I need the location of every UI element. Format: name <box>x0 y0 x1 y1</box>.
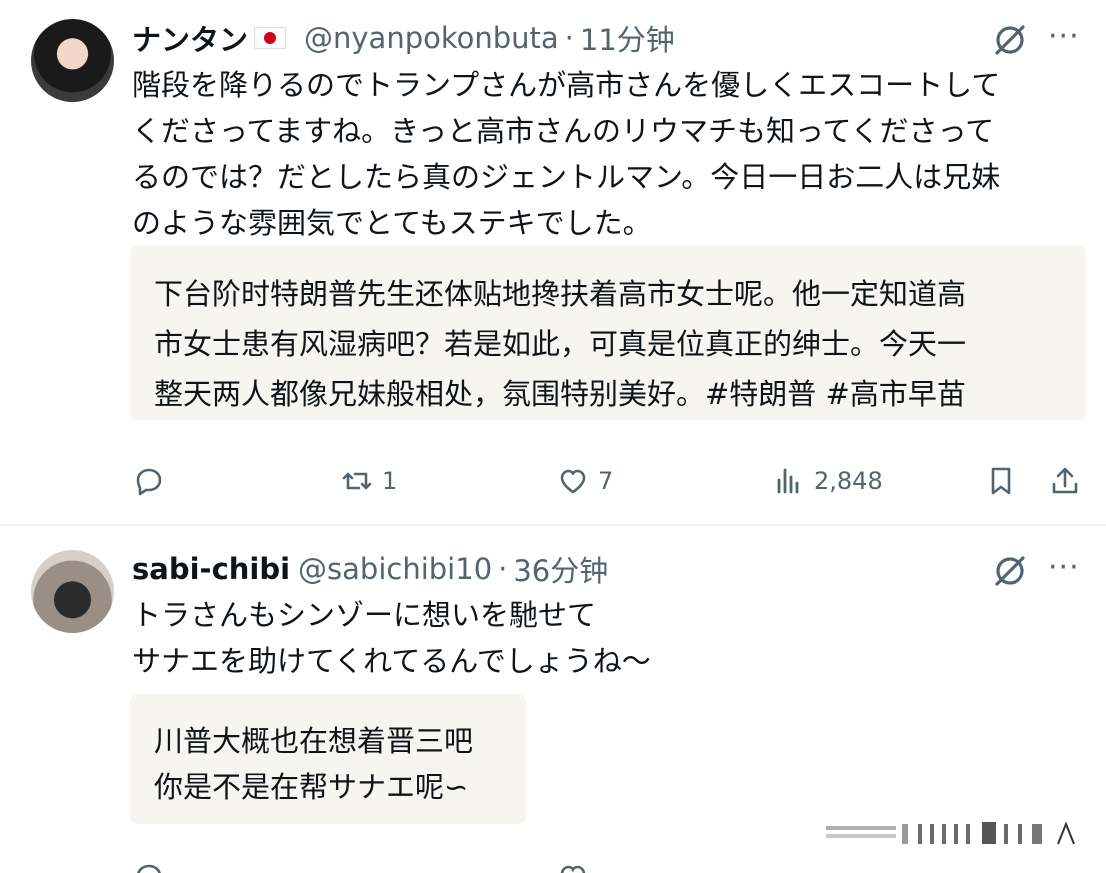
bookmark-icon <box>991 467 1011 495</box>
views-icon <box>777 468 799 494</box>
views-count: 2,848 <box>814 467 883 495</box>
handle[interactable]: @nyanpokonbuta <box>304 21 559 55</box>
heart-icon <box>560 469 586 494</box>
post-header: sabi-chibi @sabichibi10 · 36分钟 <box>132 549 608 589</box>
post-text: 階段を降りるのでトランプさんが高市さんを優しくエスコートして くださってますね。… <box>132 68 1001 240</box>
handle[interactable]: @sabichibi10 <box>298 552 492 586</box>
timestamp[interactable]: 36分钟 <box>513 548 608 590</box>
reply-button[interactable] <box>132 458 166 504</box>
display-name[interactable]: ナンタン <box>132 17 248 59</box>
reply-icon <box>136 468 162 496</box>
post-1[interactable]: ナンタン @nyanpokonbuta · 11分钟 ··· 階段を降りるのでト… <box>0 0 1106 524</box>
avatar[interactable] <box>31 19 114 102</box>
translation-box: 川普大概也在想着晋三吧 你是不是在帮サナエ呢∽ <box>130 694 526 824</box>
grok-icon[interactable] <box>992 553 1028 589</box>
separator: · <box>498 552 508 586</box>
repost-icon <box>342 472 372 490</box>
post-header: ナンタン @nyanpokonbuta · 11分钟 <box>132 18 675 58</box>
action-bar-partial <box>132 860 1106 873</box>
more-options-button[interactable]: ··· <box>1048 553 1084 589</box>
japan-flag-icon <box>254 27 287 49</box>
avatar[interactable] <box>31 550 114 633</box>
bookmark-button[interactable] <box>984 458 1018 504</box>
share-icon <box>1052 467 1078 494</box>
post-divider <box>0 524 1106 526</box>
heart-icon <box>560 865 586 873</box>
repost-button[interactable]: 1 <box>340 458 397 504</box>
watermark-logo <box>826 821 1075 845</box>
views-button[interactable]: 2,848 <box>772 458 883 504</box>
display-name[interactable]: sabi-chibi <box>132 552 290 586</box>
reply-icon <box>137 864 161 873</box>
translation-box: 下台阶时特朗普先生还体贴地搀扶着高市女士呢。他一定知道高 市女士患有风湿病吧？若… <box>130 245 1086 420</box>
more-options-button[interactable]: ··· <box>1048 22 1084 58</box>
action-bar: 1 7 2,848 <box>132 458 1106 504</box>
separator: · <box>564 21 574 55</box>
like-button[interactable]: 7 <box>556 458 613 504</box>
share-button[interactable] <box>1048 458 1082 504</box>
timestamp[interactable]: 11分钟 <box>580 17 675 59</box>
repost-count: 1 <box>382 467 398 495</box>
like-count: 7 <box>598 467 614 495</box>
post-text: トラさんもシンゾーに想いを馳せて サナエを助けてくれてるんでしょうね〜 <box>132 598 651 678</box>
grok-icon[interactable] <box>992 22 1028 58</box>
